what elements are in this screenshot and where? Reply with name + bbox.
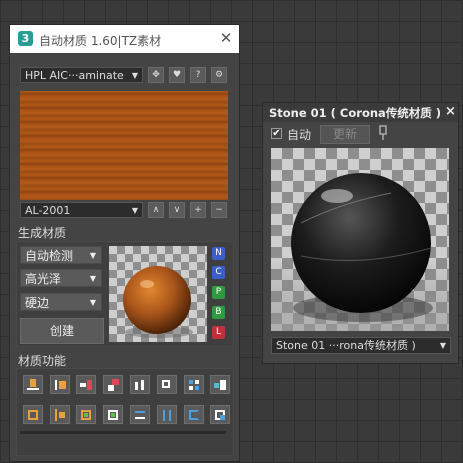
auto-label: 自动: [287, 128, 312, 142]
stone-sphere-render: [271, 173, 449, 331]
functions-section-label: 材质功能: [18, 354, 67, 368]
material-texture-preview: [20, 91, 228, 200]
progress-track: [20, 431, 226, 434]
pin-icon[interactable]: [377, 125, 389, 141]
chevron-down-icon: ▼: [89, 298, 96, 307]
color-map-badge[interactable]: C: [212, 266, 225, 279]
distribute-icon[interactable]: [130, 405, 150, 424]
gloss-value: 高光泽: [25, 272, 62, 286]
edge-value: 硬边: [25, 296, 50, 310]
gloss-dropdown[interactable]: 高光泽 ▼: [20, 269, 102, 287]
detect-mode-value: 自动检测: [25, 249, 74, 263]
align-left-icon[interactable]: [50, 375, 70, 394]
close-button[interactable]: ×: [445, 104, 456, 119]
align-left-orange-icon[interactable]: [50, 405, 70, 424]
p-map-badge[interactable]: P: [212, 286, 225, 299]
center-green-icon[interactable]: [76, 405, 96, 424]
preset-dropdown-value: HPL AIC···aminate: [25, 69, 124, 82]
auto-checkbox[interactable]: ✔: [271, 128, 282, 139]
heart-icon[interactable]: ♥: [169, 67, 185, 83]
wood-sphere-render: [123, 266, 193, 338]
remove-button[interactable]: −: [211, 202, 227, 218]
corner-icon[interactable]: [103, 375, 123, 394]
create-button[interactable]: 创建: [20, 318, 104, 344]
generate-section-label: 生成材质: [18, 226, 67, 240]
dashed-frame-icon[interactable]: [23, 405, 43, 424]
grid-icon[interactable]: [184, 375, 204, 394]
preview-title: Stone 01 ( Corona传统材质 ): [269, 106, 442, 120]
move-icon[interactable]: ✥: [148, 67, 164, 83]
material-preview-window: Stone 01 ( Corona传统材质 ) × ✔ 自动 更新 Stone …: [262, 102, 459, 364]
chevron-down-icon: ▼: [439, 341, 446, 350]
rotate-icon[interactable]: [184, 405, 204, 424]
chevron-down-icon: ▼: [131, 206, 138, 215]
frame-icon[interactable]: [157, 375, 177, 394]
chevron-down-icon: ▼: [89, 274, 96, 283]
preview-material-value: Stone 01 ···rona传统材质 ): [276, 339, 416, 352]
layers-icon[interactable]: [210, 375, 230, 394]
bars-icon[interactable]: [130, 375, 150, 394]
next-button[interactable]: ∨: [169, 202, 185, 218]
edge-dropdown[interactable]: 硬边 ▼: [20, 293, 102, 311]
preview-titlebar[interactable]: Stone 01 ( Corona传统材质 ) ×: [263, 103, 458, 122]
material-sphere-preview: [109, 246, 207, 342]
app-logo-icon: 3: [18, 31, 33, 46]
swap-red-icon[interactable]: [76, 375, 96, 394]
auto-material-panel: 3 自动材质 1.60|TZ素材 ✕ HPL AIC···aminate ▼ ✥…: [9, 24, 240, 462]
chevron-down-icon: ▼: [89, 251, 96, 260]
stone-sphere-preview: [271, 148, 449, 331]
add-button[interactable]: +: [190, 202, 206, 218]
panel-title: 自动材质 1.60|TZ素材: [39, 34, 162, 48]
chevron-down-icon: ▼: [131, 71, 138, 80]
nested-icon[interactable]: [210, 405, 230, 424]
align-bottom-icon[interactable]: [23, 375, 43, 394]
l-map-badge[interactable]: L: [212, 326, 225, 339]
close-button[interactable]: ✕: [217, 28, 235, 48]
preview-material-dropdown[interactable]: Stone 01 ···rona传统材质 ) ▼: [271, 337, 451, 354]
material-dropdown[interactable]: AL-2001 ▼: [20, 202, 143, 218]
normal-map-badge[interactable]: N: [212, 247, 225, 260]
columns-icon[interactable]: [157, 405, 177, 424]
settings-icon[interactable]: ⚙: [211, 67, 227, 83]
update-button[interactable]: 更新: [320, 125, 370, 144]
previous-button[interactable]: ∧: [148, 202, 164, 218]
help-icon[interactable]: ?: [190, 67, 206, 83]
panel-titlebar[interactable]: 3 自动材质 1.60|TZ素材 ✕: [10, 25, 239, 53]
fill-green-icon[interactable]: [103, 405, 123, 424]
bump-map-badge[interactable]: B: [212, 306, 225, 319]
preset-dropdown[interactable]: HPL AIC···aminate ▼: [20, 67, 143, 83]
detect-mode-dropdown[interactable]: 自动检测 ▼: [20, 246, 102, 264]
material-dropdown-value: AL-2001: [25, 204, 71, 217]
